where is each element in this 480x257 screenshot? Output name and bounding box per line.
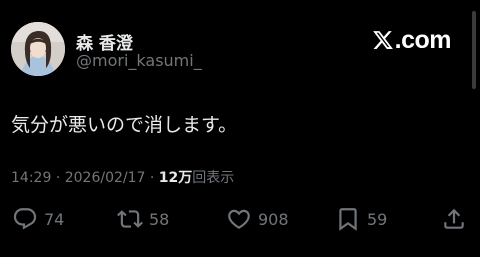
retweet-button[interactable]: 58 (117, 205, 169, 233)
views-count[interactable]: 12万 (159, 170, 192, 186)
reply-icon (13, 208, 37, 230)
like-button[interactable]: 908 (226, 205, 289, 233)
action-bar: 74 58 908 59 (0, 205, 480, 233)
brand-watermark: .com (372, 25, 452, 54)
bookmark-button[interactable]: 59 (335, 205, 387, 233)
like-count: 908 (258, 209, 289, 229)
tweet-date[interactable]: 2026/02/17 (65, 170, 146, 186)
retweet-count: 58 (149, 209, 170, 229)
x-logo-icon (372, 31, 393, 49)
brand-text: .com (394, 25, 452, 54)
avatar[interactable] (11, 22, 65, 76)
tweet-time[interactable]: 14:29 (11, 170, 51, 186)
heart-icon (228, 209, 250, 229)
handle[interactable]: @mori_kasumi_ (76, 51, 202, 70)
scrollbar[interactable] (472, 11, 476, 89)
share-icon (444, 208, 464, 229)
views-label: 回表示 (192, 170, 235, 186)
avatar-photo (11, 22, 65, 76)
meta-separator: · (149, 170, 155, 186)
reply-count: 74 (44, 209, 65, 229)
retweet-icon (117, 210, 143, 228)
bookmark-icon (339, 208, 357, 231)
tweet-meta: 14:29 · 2026/02/17 · 12万回表示 (11, 167, 234, 187)
share-button[interactable] (441, 205, 467, 233)
tweet-text: 気分が悪いので消します。 (11, 114, 238, 136)
meta-separator: · (55, 170, 61, 186)
reply-button[interactable]: 74 (12, 205, 64, 233)
bookmark-count: 59 (367, 209, 388, 229)
